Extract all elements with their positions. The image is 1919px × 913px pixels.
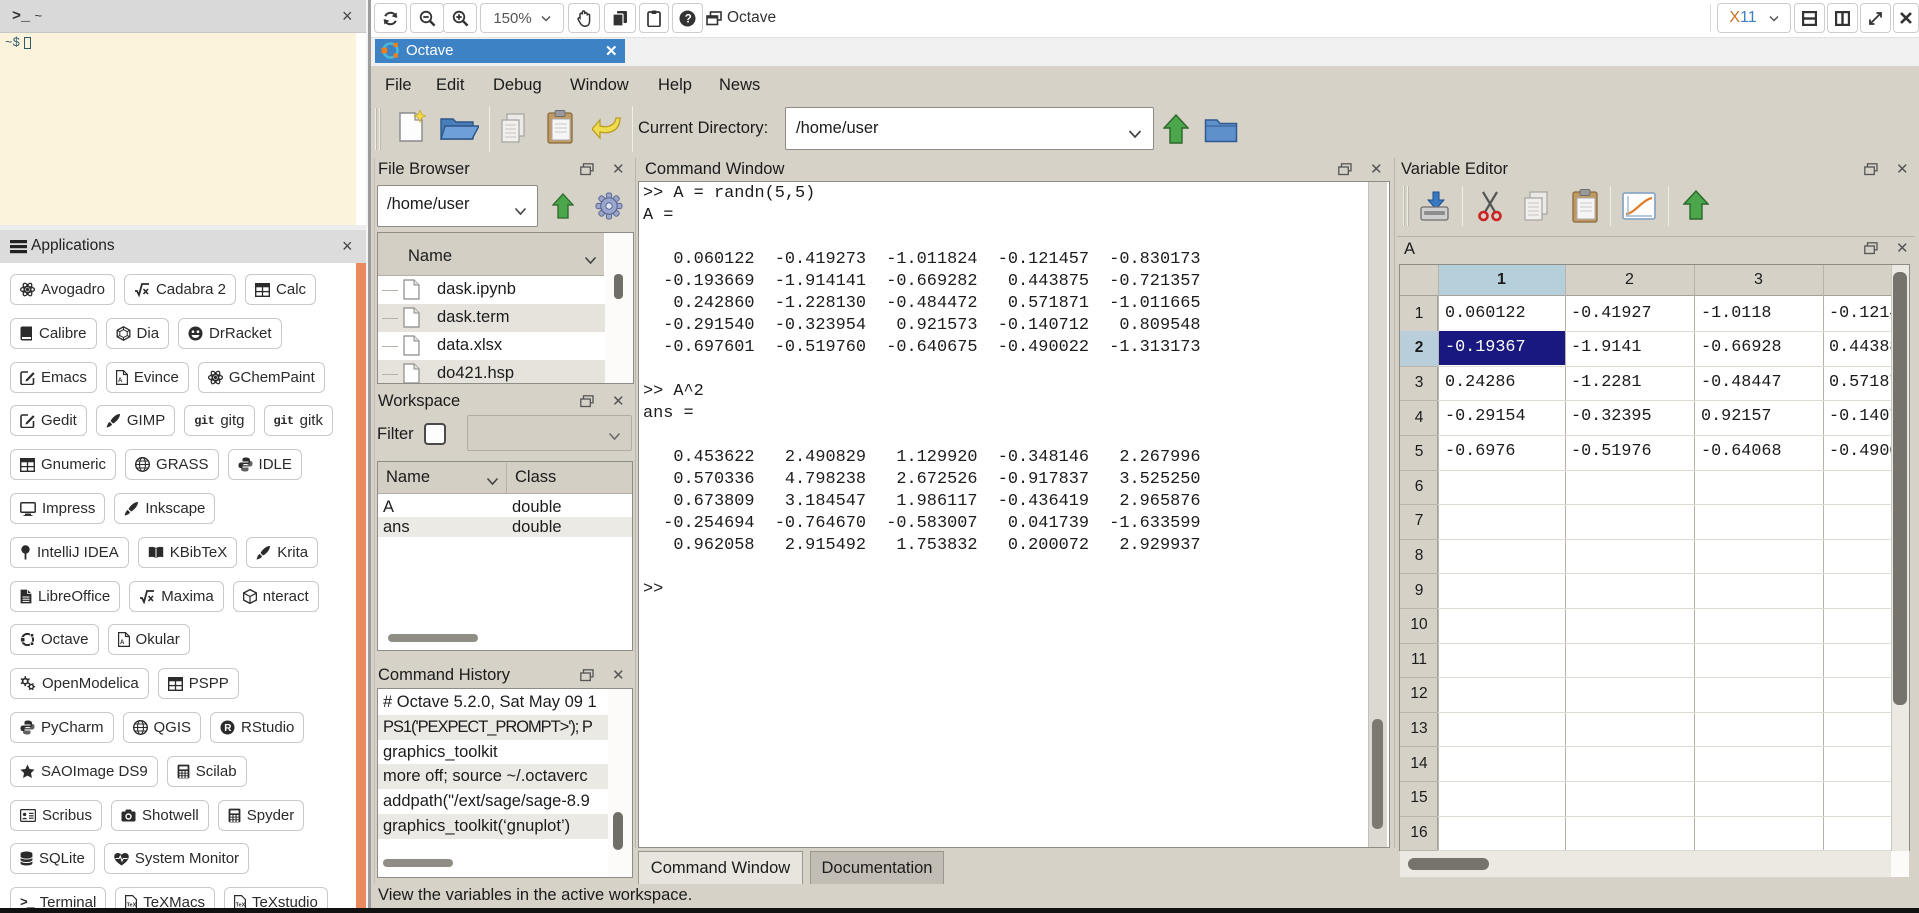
svg-text:A: A — [118, 378, 123, 384]
svg-text:A: A — [120, 640, 125, 646]
svg-text:?: ? — [685, 13, 692, 25]
svg-text:R: R — [224, 723, 232, 734]
